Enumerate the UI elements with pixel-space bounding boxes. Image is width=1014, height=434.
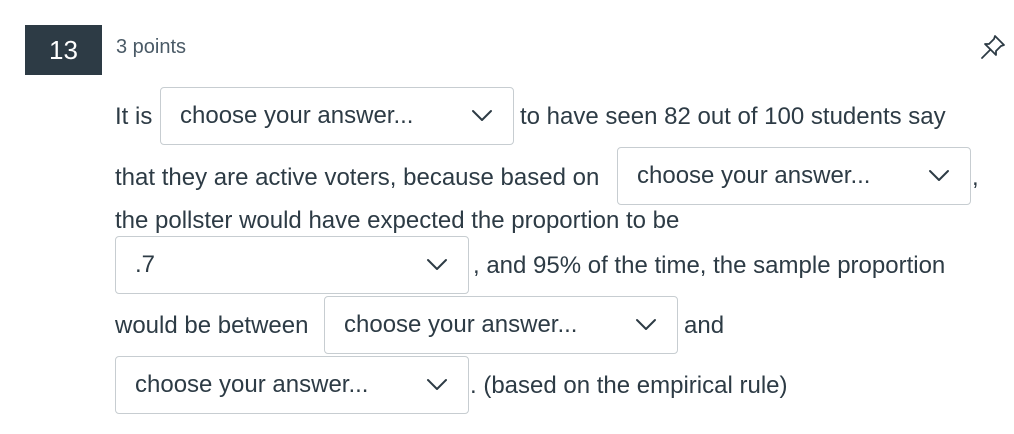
question-text-segment: that they are active voters, because bas… xyxy=(115,164,600,191)
answer-dropdown-4[interactable]: choose your answer... xyxy=(324,296,678,354)
question-text-segment: and xyxy=(684,312,725,339)
chevron-down-icon xyxy=(427,379,447,390)
answer-dropdown-5[interactable]: choose your answer... xyxy=(115,356,469,414)
question-text-segment: . (based on the empirical rule) xyxy=(470,372,788,399)
chevron-down-icon xyxy=(427,259,447,270)
question-text-segment: , and 95% of the time, the sample propor… xyxy=(473,252,946,279)
dropdown-value: choose your answer... xyxy=(637,162,871,189)
question-text-segment: , xyxy=(972,164,979,191)
chevron-down-icon xyxy=(636,319,656,330)
chevron-down-icon xyxy=(929,170,949,181)
dropdown-value: choose your answer... xyxy=(180,102,414,129)
quiz-question-card: 13 3 points It is choose your answer... … xyxy=(0,0,1014,434)
question-text-segment: to have seen 82 out of 100 students say xyxy=(520,103,946,130)
answer-dropdown-1[interactable]: choose your answer... xyxy=(160,87,514,145)
question-points: 3 points xyxy=(116,36,187,58)
question-text-segment: It is xyxy=(115,103,153,130)
chevron-down-icon xyxy=(472,110,492,121)
answer-dropdown-3[interactable]: .7 xyxy=(115,236,469,294)
question-text-segment: would be between xyxy=(115,312,309,339)
answer-dropdown-2[interactable]: choose your answer... xyxy=(617,147,971,205)
question-text-segment: the pollster would have expected the pro… xyxy=(115,207,680,234)
dropdown-value: choose your answer... xyxy=(135,371,369,398)
question-number: 13 xyxy=(25,25,102,75)
dropdown-value: .7 xyxy=(135,251,156,278)
dropdown-value: choose your answer... xyxy=(344,311,578,338)
pin-icon[interactable] xyxy=(978,32,1008,62)
